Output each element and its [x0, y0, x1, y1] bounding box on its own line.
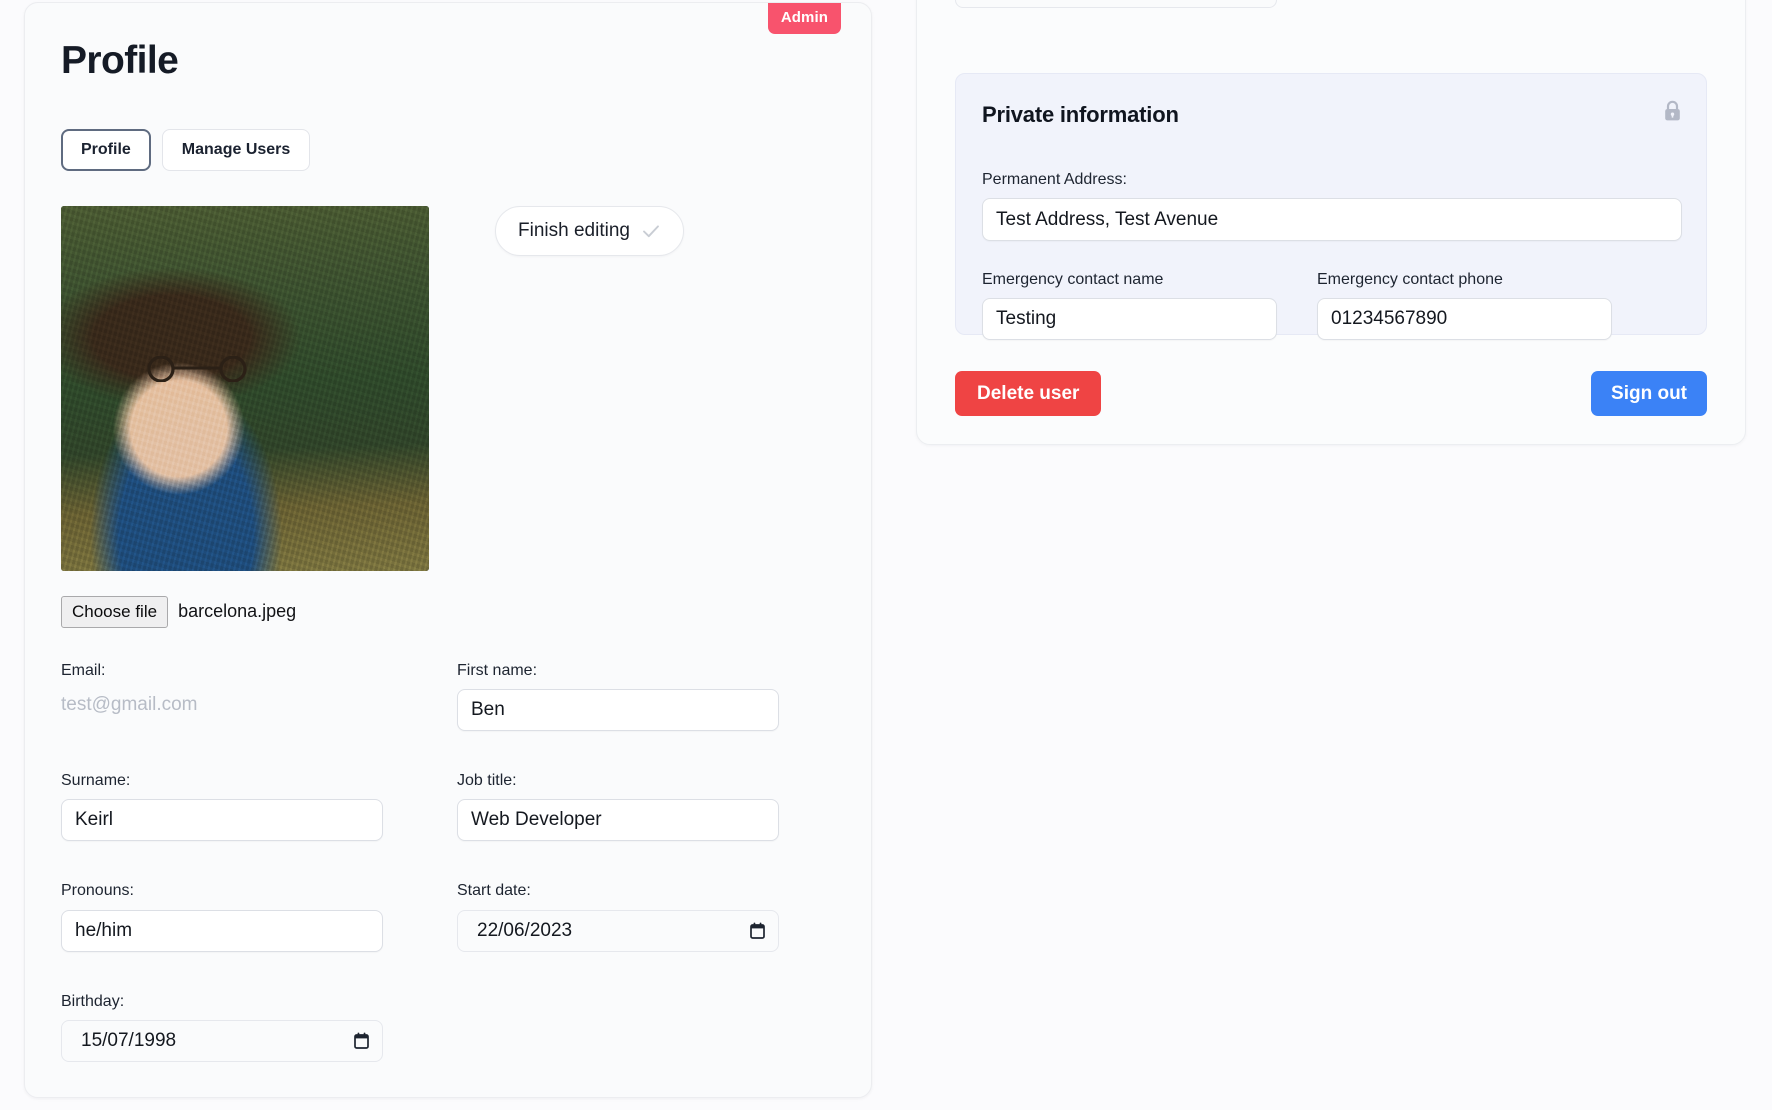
- tab-manage-users[interactable]: Manage Users: [162, 129, 311, 171]
- first-name-label: First name:: [457, 661, 779, 680]
- profile-form: Email: test@gmail.com First name: Surnam…: [61, 661, 779, 1062]
- surname-label: Surname:: [61, 771, 383, 790]
- field-emergency-contact-name: Emergency contact name: [982, 270, 1277, 340]
- delete-user-button[interactable]: Delete user: [955, 371, 1101, 416]
- start-date-label: Start date:: [457, 881, 779, 900]
- private-information-panel: Private information Permanent Address: E…: [955, 73, 1707, 335]
- avatar-texture: [61, 206, 429, 571]
- email-value: test@gmail.com: [61, 689, 383, 718]
- field-email: Email: test@gmail.com: [61, 661, 383, 731]
- start-date-input[interactable]: 22/06/2023: [457, 910, 779, 952]
- birthday-value: 15/07/1998: [75, 1030, 176, 1052]
- permanent-address-label: Permanent Address:: [982, 170, 1682, 189]
- uploaded-file-name: barcelona.jpeg: [178, 601, 296, 622]
- field-surname: Surname:: [61, 771, 383, 841]
- lock-icon: [1663, 100, 1682, 122]
- account-actions: Delete user Sign out: [955, 371, 1707, 416]
- tab-bar: Profile Manage Users: [61, 129, 310, 171]
- field-permanent-address: Permanent Address:: [982, 170, 1682, 241]
- status-badge-admin: Admin: [768, 3, 841, 34]
- private-information-title: Private information: [982, 102, 1179, 128]
- field-pronouns: Pronouns:: [61, 881, 383, 951]
- emergency-contact-phone-label: Emergency contact phone: [1317, 270, 1612, 289]
- calendar-icon[interactable]: [354, 1032, 369, 1049]
- glasses-icon: [135, 356, 259, 382]
- finish-editing-button[interactable]: Finish editing: [495, 206, 684, 256]
- job-title-input[interactable]: [457, 799, 779, 841]
- page-title: Profile: [61, 39, 178, 83]
- form-spacer: [457, 992, 779, 1062]
- pronouns-input[interactable]: [61, 910, 383, 952]
- field-first-name: First name:: [457, 661, 779, 731]
- choose-file-button[interactable]: Choose file: [61, 596, 168, 628]
- surname-input[interactable]: [61, 799, 383, 841]
- first-name-input[interactable]: [457, 689, 779, 731]
- start-date-value: 22/06/2023: [471, 920, 572, 942]
- check-icon: [641, 221, 661, 241]
- job-title-label: Job title:: [457, 771, 779, 790]
- field-birthday: Birthday: 15/07/1998: [61, 992, 383, 1062]
- field-job-title: Job title:: [457, 771, 779, 841]
- emergency-contact-name-label: Emergency contact name: [982, 270, 1277, 289]
- emergency-contact-row: Emergency contact name Emergency contact…: [982, 270, 1682, 340]
- tab-profile[interactable]: Profile: [61, 129, 151, 171]
- field-start-date: Start date: 22/06/2023: [457, 881, 779, 951]
- birthday-input-secondary[interactable]: 15/07/1998: [955, 0, 1277, 8]
- field-emergency-contact-phone: Emergency contact phone: [1317, 270, 1612, 340]
- avatar: [61, 206, 429, 571]
- file-upload-row[interactable]: Choose file barcelona.jpeg: [61, 596, 296, 628]
- calendar-icon[interactable]: [750, 922, 765, 939]
- profile-page: Admin Profile Profile Manage Users Finis…: [0, 0, 1772, 1110]
- emergency-contact-name-input[interactable]: [982, 298, 1277, 340]
- account-details-card: 15/07/1998 Private information Permanent…: [916, 0, 1746, 445]
- birthday-label: Birthday:: [61, 992, 383, 1011]
- pronouns-label: Pronouns:: [61, 881, 383, 900]
- birthday-input[interactable]: 15/07/1998: [61, 1020, 383, 1062]
- finish-editing-label: Finish editing: [518, 220, 630, 242]
- sign-out-button[interactable]: Sign out: [1591, 371, 1707, 416]
- email-label: Email:: [61, 661, 383, 680]
- field-birthday-secondary: 15/07/1998: [955, 0, 1277, 8]
- permanent-address-input[interactable]: [982, 198, 1682, 241]
- profile-card: Admin Profile Profile Manage Users Finis…: [24, 2, 872, 1098]
- emergency-contact-phone-input[interactable]: [1317, 298, 1612, 340]
